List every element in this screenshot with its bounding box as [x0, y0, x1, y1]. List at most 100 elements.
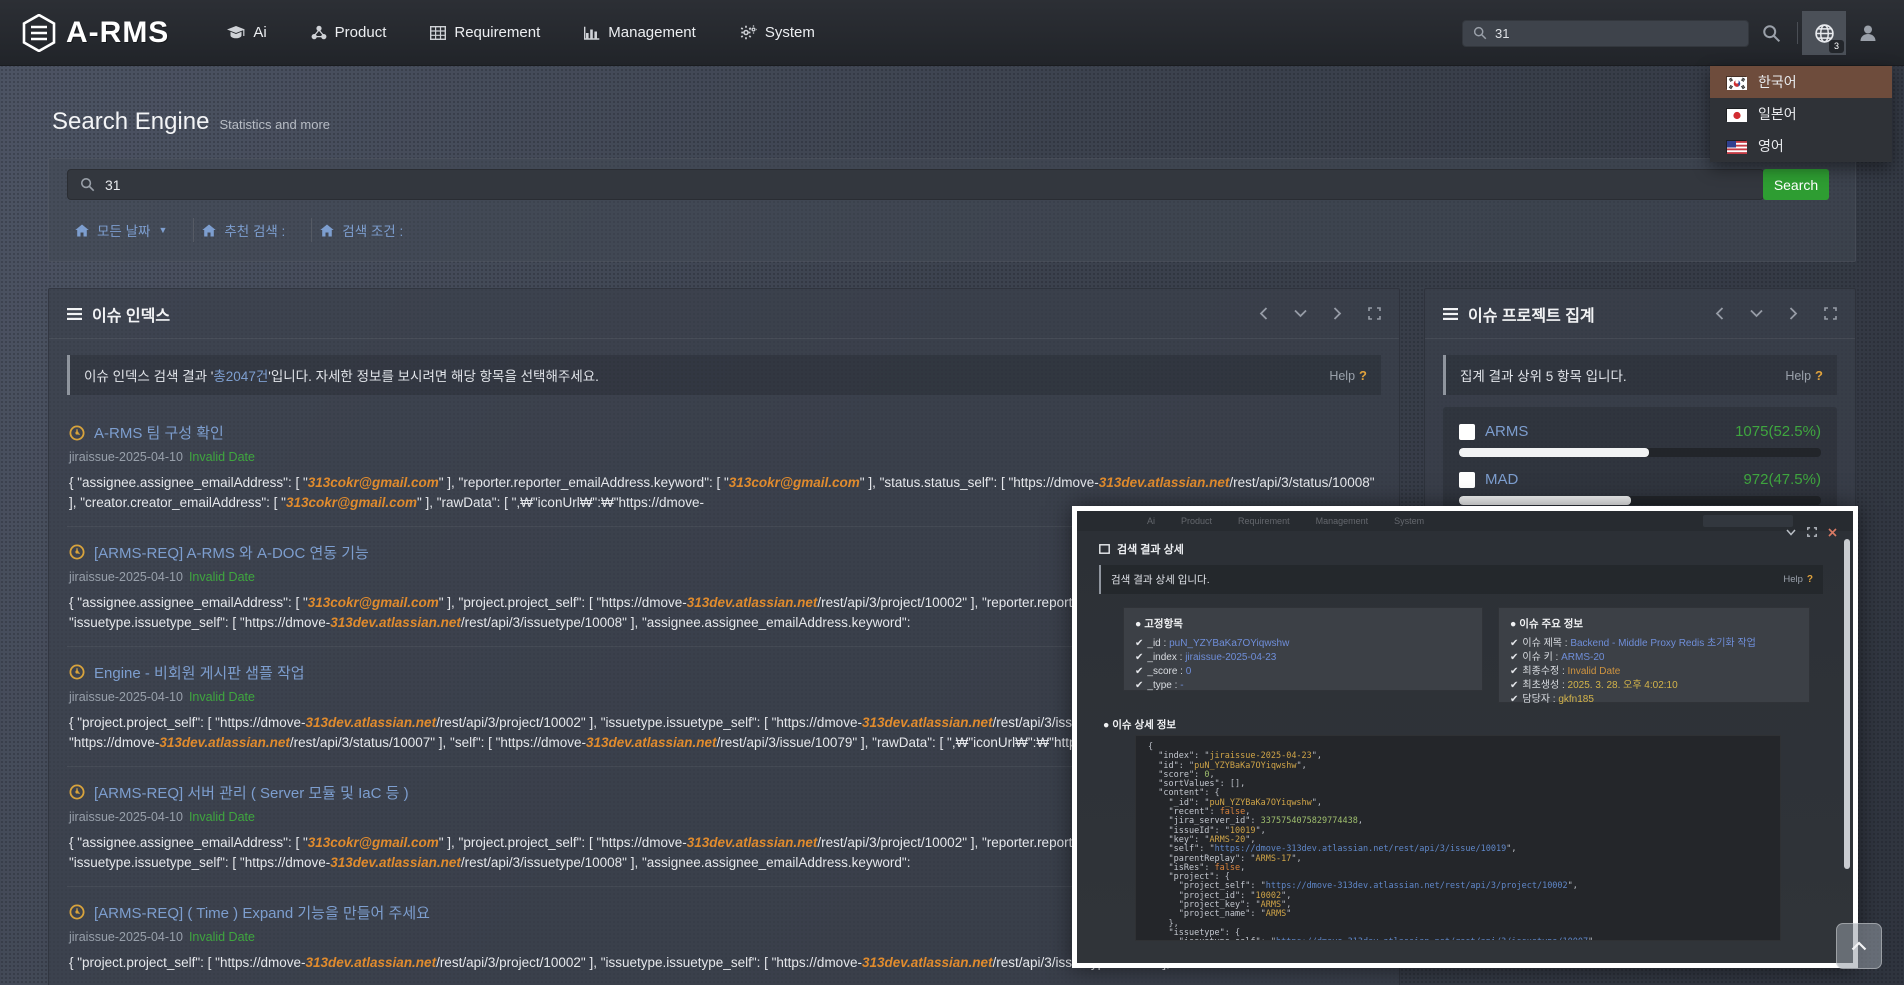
- invalid-date-label: Invalid Date: [189, 810, 255, 824]
- page-subtitle: Statistics and more: [219, 117, 330, 132]
- language-option-us[interactable]: 영어: [1710, 130, 1892, 162]
- main-search-value: 31: [105, 177, 121, 193]
- aggregation-label[interactable]: ARMS: [1485, 423, 1528, 440]
- search-submit-button[interactable]: Search: [1763, 169, 1829, 200]
- detail-field-value: puN_YZYBaKa7OYiqwshw: [1169, 638, 1289, 649]
- filter-1[interactable]: 추천 검색 :: [194, 220, 311, 240]
- nav-item-system[interactable]: System: [740, 24, 815, 41]
- search-icon: [1473, 26, 1487, 40]
- panel-collapse-icon[interactable]: [1750, 309, 1763, 318]
- search-button[interactable]: [1749, 11, 1793, 55]
- modal-collapse-icon[interactable]: [1786, 529, 1796, 536]
- cluster-icon: [311, 25, 327, 41]
- result-title[interactable]: A-RMS 팀 구성 확인: [69, 422, 1379, 443]
- aggregation-label[interactable]: MAD: [1485, 471, 1518, 488]
- aggregation-value: 1075(52.5%): [1735, 423, 1821, 440]
- navbar-search-input[interactable]: 31: [1462, 20, 1749, 47]
- modal-scrollbar[interactable]: [1844, 539, 1850, 869]
- detail-field-value: Invalid Date: [1568, 666, 1621, 677]
- result-title-text: A-RMS 팀 구성 확인: [94, 422, 224, 443]
- home-icon: [320, 224, 334, 237]
- detail-field-value: -: [1180, 680, 1183, 691]
- detail-field-value: gkfn185: [1558, 694, 1594, 705]
- search-panel: 31 Search 모든 날짜 ▼ 추천 검색 : 검색 조건 :: [48, 158, 1856, 262]
- nav-item-requirement[interactable]: Requirement: [430, 24, 540, 41]
- panel-collapse-icon[interactable]: [1294, 309, 1307, 318]
- nav-item-label: Requirement: [454, 24, 540, 41]
- invalid-date-label: Invalid Date: [189, 570, 255, 584]
- issue-index-title: 이슈 인덱스: [92, 302, 170, 326]
- scroll-to-top-button[interactable]: [1836, 923, 1882, 969]
- result-title-text: [ARMS-REQ] A-RMS 와 A-DOC 연동 기능: [94, 542, 369, 563]
- filter-2[interactable]: 검색 조건 :: [312, 220, 429, 240]
- detail-field-value: 2025. 3. 28. 오후 4:02:10: [1568, 680, 1678, 691]
- flag-kr-icon: [1726, 76, 1746, 89]
- search-result-detail-window: AiProductRequirementManagementSystem 검색 …: [1072, 506, 1858, 968]
- language-globe-button[interactable]: 3: [1802, 11, 1846, 55]
- fixed-fields-list: ✔_id : puN_YZYBaKa7OYiqwshw ✔_index : ji…: [1135, 637, 1471, 693]
- fixed-fields-title: ● 고정항목: [1135, 616, 1471, 631]
- project-aggregation-header: 이슈 프로젝트 집계: [1425, 289, 1855, 339]
- modal-expand-icon[interactable]: [1807, 527, 1817, 537]
- panel-next-icon[interactable]: [1789, 307, 1798, 320]
- filter-0[interactable]: 모든 날짜 ▼: [67, 220, 193, 240]
- project-aggregation-title: 이슈 프로젝트 집계: [1468, 302, 1595, 326]
- detail-field: ✔_type : -: [1135, 679, 1471, 693]
- nav-item-management[interactable]: Management: [584, 24, 696, 41]
- home-icon: [202, 224, 216, 237]
- issue-clock-icon: [69, 904, 85, 920]
- check-icon: ✔: [1510, 652, 1518, 663]
- aggregation-checkbox[interactable]: [1459, 472, 1475, 488]
- aggregation-checkbox[interactable]: [1459, 424, 1475, 440]
- notification-badge: 3: [1829, 40, 1844, 53]
- panel-expand-icon[interactable]: [1368, 307, 1381, 320]
- result-title-text: [ARMS-REQ] 서버 관리 ( Server 모듈 및 IaC 등 ): [94, 782, 409, 803]
- issue-clock-icon: [69, 544, 85, 560]
- panel-prev-icon[interactable]: [1715, 307, 1724, 320]
- page-title: Search Engine: [52, 108, 209, 136]
- language-dropdown: 한국어 일본어 영어: [1710, 66, 1892, 162]
- help-badge[interactable]: Help?: [1785, 368, 1823, 383]
- brand-logo[interactable]: A-RMS: [22, 14, 169, 52]
- panel-expand-icon[interactable]: [1824, 307, 1837, 320]
- aggregation-item: ARMS 1075(52.5%): [1459, 423, 1821, 457]
- ghost-nav-label: Requirement: [1238, 516, 1290, 526]
- panel-prev-icon[interactable]: [1259, 307, 1268, 320]
- language-option-jp[interactable]: 일본어: [1710, 98, 1892, 130]
- hamburger-icon: [67, 308, 82, 320]
- nav-item-ai[interactable]: Ai: [227, 24, 266, 41]
- modal-close-icon[interactable]: [1828, 528, 1837, 537]
- search-icon: [80, 177, 95, 192]
- modal-titlebar: 검색 결과 상세: [1099, 541, 1184, 557]
- flag-jp-icon: [1726, 108, 1746, 121]
- result-count-link[interactable]: 총2047건: [213, 369, 268, 384]
- main-search-input[interactable]: 31: [67, 169, 1764, 200]
- navbar-divider: [1797, 22, 1798, 44]
- flag-us-icon: [1726, 140, 1746, 153]
- hamburger-icon: [1443, 308, 1458, 320]
- check-icon: ✔: [1510, 666, 1518, 677]
- home-icon: [75, 224, 89, 237]
- nav-item-product[interactable]: Product: [311, 24, 387, 41]
- language-label: 일본어: [1758, 104, 1797, 124]
- aggregation-value: 972(47.5%): [1743, 471, 1821, 488]
- language-option-kr[interactable]: 한국어: [1710, 66, 1892, 98]
- invalid-date-label: Invalid Date: [189, 450, 255, 464]
- help-badge[interactable]: Help?: [1783, 574, 1813, 585]
- project-aggregation-notice: 집계 결과 상위 5 항목 입니다. Help?: [1443, 355, 1837, 395]
- ghost-nav-label: System: [1394, 516, 1424, 526]
- top-navbar: A-RMS Ai Product Requirement Management …: [0, 0, 1904, 66]
- nav-item-label: Ai: [253, 24, 266, 41]
- modal-notice: 검색 결과 상세 입니다. Help?: [1099, 565, 1823, 594]
- invalid-date-label: Invalid Date: [189, 690, 255, 704]
- result-meta: jiraissue-2025-04-10Invalid Date: [69, 450, 1379, 464]
- detail-field: ✔최초생성 : 2025. 3. 28. 오후 4:02:10: [1510, 679, 1798, 693]
- panel-next-icon[interactable]: [1333, 307, 1342, 320]
- user-button[interactable]: [1846, 11, 1890, 55]
- issue-clock-icon: [69, 664, 85, 680]
- help-badge[interactable]: Help?: [1329, 368, 1367, 383]
- arms-hexagon-icon: [22, 14, 56, 52]
- navbar-search-value: 31: [1495, 26, 1509, 41]
- language-label: 영어: [1758, 136, 1784, 156]
- main-menu: Ai Product Requirement Management System: [227, 24, 815, 41]
